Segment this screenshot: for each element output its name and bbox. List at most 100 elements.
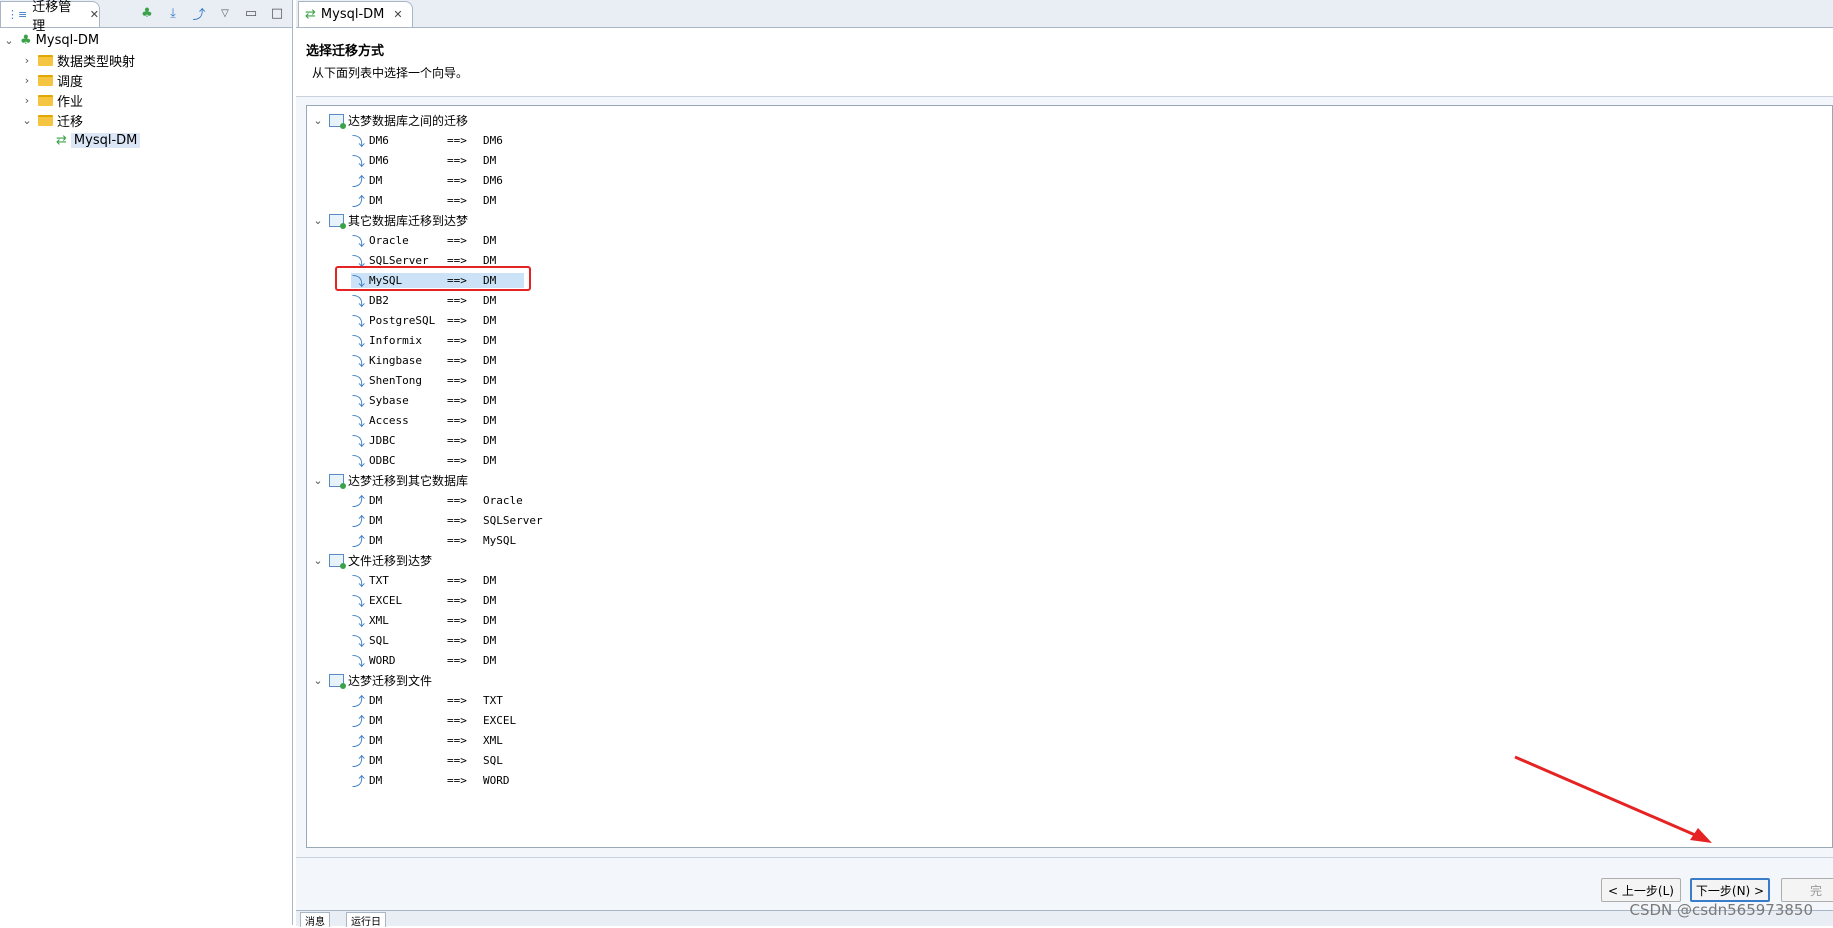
- chevron-down-icon[interactable]: ⌄: [311, 214, 325, 227]
- source-db-label: DM6: [369, 153, 389, 167]
- wizard-item[interactable]: ⤵ DM6 ==> DM6: [351, 130, 503, 150]
- chevron-down-icon[interactable]: ⌄: [311, 474, 325, 487]
- source-db-label: DM: [369, 693, 383, 707]
- close-icon[interactable]: ✕: [393, 8, 402, 21]
- source-db-label: PostgreSQL: [369, 313, 436, 327]
- back-button[interactable]: < 上一步(L): [1601, 878, 1681, 902]
- wizard-item[interactable]: ⤵ DB2 ==> DM: [351, 290, 496, 310]
- wizard-item-icon: ⤴: [351, 754, 365, 770]
- tree-item-label: Mysql-DM: [70, 132, 141, 148]
- wizard-group[interactable]: ⌄ 文件迁移到达梦: [307, 550, 432, 570]
- target-db-label: WORD: [483, 773, 510, 787]
- chevron-right-icon[interactable]: ›: [20, 54, 34, 67]
- wizard-item[interactable]: ⤵ WORD ==> DM: [351, 650, 496, 670]
- wizard-button-bar: < 上一步(L) 下一步(N) > 完: [296, 857, 1833, 910]
- source-db-label: DM: [369, 773, 383, 787]
- target-db-label: DM: [483, 373, 497, 387]
- wizard-item-icon: ⤵: [351, 614, 365, 630]
- tree-item-job[interactable]: › 作业: [0, 90, 290, 110]
- target-db-label: DM: [483, 353, 497, 367]
- wizard-item[interactable]: ⤵ EXCEL ==> DM: [351, 590, 496, 610]
- chevron-right-icon[interactable]: ›: [20, 74, 34, 87]
- wizard-item[interactable]: ⤵ DM6 ==> DM: [351, 150, 496, 170]
- wizard-item[interactable]: ⤵ ShenTong ==> DM: [351, 370, 496, 390]
- export-icon[interactable]: ⤴: [190, 4, 208, 23]
- target-db-label: DM: [483, 633, 497, 647]
- wizard-item[interactable]: ⤵ Sybase ==> DM: [351, 390, 496, 410]
- wizard-group-icon: [329, 213, 346, 229]
- wizard-item[interactable]: ⤵ TXT ==> DM: [351, 570, 496, 590]
- wizard-item[interactable]: ⤵ JDBC ==> DM: [351, 430, 496, 450]
- chevron-down-icon[interactable]: ⌄: [311, 674, 325, 687]
- target-db-label: DM: [483, 313, 497, 327]
- target-db-label: DM: [483, 573, 497, 587]
- wizard-group[interactable]: ⌄ 达梦迁移到文件: [307, 670, 432, 690]
- wizard-item[interactable]: ⤴ DM ==> DM6: [351, 170, 503, 190]
- new-project-icon[interactable]: ♣: [138, 4, 156, 22]
- navigator-toolbar: ♣ ⤓ ⤴ ▽ ▭ □: [138, 4, 286, 23]
- target-db-label: DM6: [483, 133, 503, 147]
- wizard-item-icon: ⤴: [351, 174, 365, 190]
- chevron-right-icon[interactable]: ›: [20, 94, 34, 107]
- maximize-icon[interactable]: □: [268, 4, 286, 22]
- wizard-item[interactable]: ⤴ DM ==> EXCEL: [351, 710, 516, 730]
- highlight-annotation: [335, 266, 531, 291]
- wizard-item[interactable]: ⤵ Access ==> DM: [351, 410, 496, 430]
- source-db-label: DM: [369, 753, 383, 767]
- target-db-label: DM: [483, 433, 497, 447]
- wizard-item[interactable]: ⤵ Informix ==> DM: [351, 330, 496, 350]
- wizard-item-icon: ⤵: [351, 634, 365, 650]
- wizard-item-icon: ⤵: [351, 234, 365, 250]
- wizard-group-label: 达梦迁移到文件: [348, 673, 433, 688]
- wizard-item[interactable]: ⤵ SQL ==> DM: [351, 630, 496, 650]
- tree-item-label: 数据类型映射: [57, 54, 136, 70]
- chevron-down-icon[interactable]: ⌄: [311, 114, 325, 127]
- wizard-item[interactable]: ⤵ ODBC ==> DM: [351, 450, 496, 470]
- page-subtitle: 从下面列表中选择一个向导。: [312, 66, 469, 80]
- wizard-item-icon: ⤵: [351, 134, 365, 150]
- arrow-label: ==>: [447, 653, 467, 667]
- arrow-label: ==>: [447, 573, 467, 587]
- minimize-icon[interactable]: ▭: [242, 4, 260, 22]
- wizard-item[interactable]: ⤵ XML ==> DM: [351, 610, 496, 630]
- tree-item-migration[interactable]: ⌄ 迁移: [0, 110, 290, 130]
- wizard-group-icon: [329, 473, 346, 489]
- wizard-item[interactable]: ⤵ Oracle ==> DM: [351, 230, 496, 250]
- wizard-group[interactable]: ⌄ 达梦数据库之间的迁移: [307, 110, 468, 130]
- wizard-group[interactable]: ⌄ 其它数据库迁移到达梦: [307, 210, 468, 230]
- target-db-label: MySQL: [483, 533, 517, 547]
- chevron-down-icon[interactable]: ⌄: [311, 554, 325, 567]
- tree-item-schedule[interactable]: › 调度: [0, 70, 290, 90]
- wizard-item[interactable]: ⤴ DM ==> DM: [351, 190, 496, 210]
- finish-button[interactable]: 完: [1781, 878, 1833, 902]
- next-button[interactable]: 下一步(N) >: [1690, 878, 1770, 902]
- wizard-item[interactable]: ⤴ DM ==> SQLServer: [351, 510, 543, 530]
- wizard-group-label: 达梦数据库之间的迁移: [348, 113, 469, 128]
- source-db-label: Kingbase: [369, 353, 422, 367]
- tree-item-type-mapping[interactable]: › 数据类型映射: [0, 50, 290, 70]
- wizard-group-label: 文件迁移到达梦: [348, 553, 433, 568]
- page-title: 选择迁移方式: [306, 44, 385, 59]
- wizard-item[interactable]: ⤴ DM ==> Oracle: [351, 490, 523, 510]
- view-menu-icon[interactable]: ▽: [216, 4, 234, 22]
- tab-migration-management[interactable]: ⋮≡ 迁移管理 ✕: [0, 0, 100, 34]
- wizard-item[interactable]: ⤵ PostgreSQL ==> DM: [351, 310, 496, 330]
- arrow-label: ==>: [447, 173, 467, 187]
- chevron-down-icon[interactable]: ⌄: [2, 34, 16, 47]
- wizard-item[interactable]: ⤵ Kingbase ==> DM: [351, 350, 496, 370]
- wizard-item[interactable]: ⤴ DM ==> WORD: [351, 770, 510, 790]
- wizard-group-icon: [329, 553, 346, 569]
- import-icon[interactable]: ⤓: [164, 4, 182, 22]
- wizard-item[interactable]: ⤴ DM ==> MySQL: [351, 530, 516, 550]
- wizard-item[interactable]: ⤴ DM ==> SQL: [351, 750, 503, 770]
- target-db-label: SQLServer: [483, 513, 543, 527]
- wizard-group[interactable]: ⌄ 达梦迁移到其它数据库: [307, 470, 468, 490]
- wizard-item[interactable]: ⤴ DM ==> XML: [351, 730, 503, 750]
- tab-mysql-dm[interactable]: ⇄ Mysql-DM ✕: [298, 1, 413, 27]
- tree-item-mysql-dm[interactable]: ⇄ Mysql-DM: [0, 130, 290, 150]
- tree-icon: ⋮≡: [7, 8, 28, 21]
- tree-item-root[interactable]: ⌄ ♣ Mysql-DM: [0, 30, 290, 50]
- chevron-down-icon[interactable]: ⌄: [20, 114, 34, 127]
- wizard-item[interactable]: ⤴ DM ==> TXT: [351, 690, 503, 710]
- close-icon[interactable]: ✕: [90, 8, 99, 21]
